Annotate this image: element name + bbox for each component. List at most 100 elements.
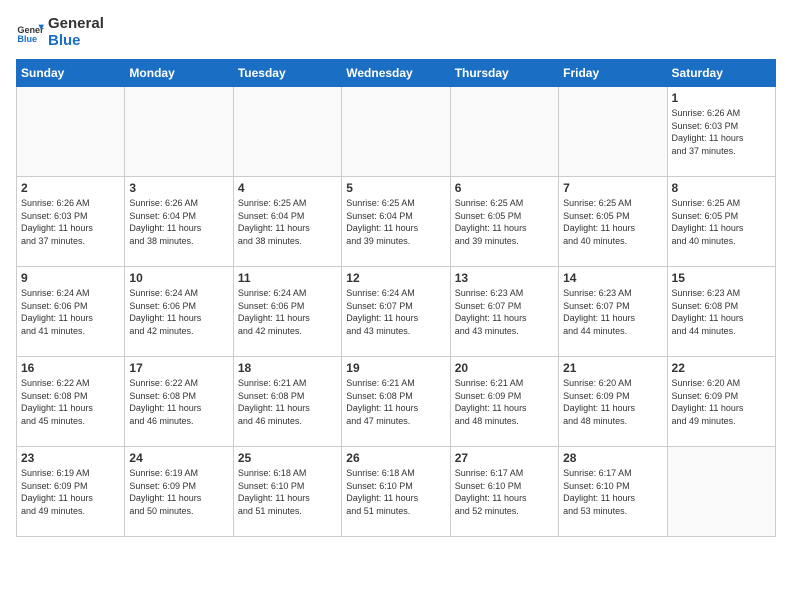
day-info: Sunrise: 6:22 AM Sunset: 6:08 PM Dayligh…	[21, 377, 120, 427]
calendar-week-row: 16 Sunrise: 6:22 AM Sunset: 6:08 PM Dayli…	[17, 357, 776, 447]
day-number: 7	[563, 181, 662, 195]
logo-general: General	[48, 16, 104, 33]
day-number: 2	[21, 181, 120, 195]
day-of-week-header: Monday	[125, 60, 233, 87]
day-number: 23	[21, 451, 120, 465]
day-info: Sunrise: 6:20 AM Sunset: 6:09 PM Dayligh…	[563, 377, 662, 427]
calendar-cell: 4 Sunrise: 6:25 AM Sunset: 6:04 PM Daylig…	[233, 177, 341, 267]
calendar-table: SundayMondayTuesdayWednesdayThursdayFrid…	[16, 59, 776, 537]
day-info: Sunrise: 6:24 AM Sunset: 6:06 PM Dayligh…	[21, 287, 120, 337]
calendar-cell: 6 Sunrise: 6:25 AM Sunset: 6:05 PM Daylig…	[450, 177, 558, 267]
svg-text:Blue: Blue	[17, 34, 37, 44]
day-number: 20	[455, 361, 554, 375]
day-number: 26	[346, 451, 445, 465]
day-info: Sunrise: 6:25 AM Sunset: 6:04 PM Dayligh…	[238, 197, 337, 247]
calendar-week-row: 2 Sunrise: 6:26 AM Sunset: 6:03 PM Daylig…	[17, 177, 776, 267]
calendar-cell: 20 Sunrise: 6:21 AM Sunset: 6:09 PM Dayli…	[450, 357, 558, 447]
calendar-cell: 24 Sunrise: 6:19 AM Sunset: 6:09 PM Dayli…	[125, 447, 233, 537]
calendar-header-row: SundayMondayTuesdayWednesdayThursdayFrid…	[17, 60, 776, 87]
day-info: Sunrise: 6:26 AM Sunset: 6:03 PM Dayligh…	[672, 107, 771, 157]
day-info: Sunrise: 6:24 AM Sunset: 6:06 PM Dayligh…	[238, 287, 337, 337]
calendar-cell: 11 Sunrise: 6:24 AM Sunset: 6:06 PM Dayli…	[233, 267, 341, 357]
logo-icon: General Blue	[16, 19, 44, 47]
page-header: General Blue General Blue	[16, 16, 776, 49]
day-number: 11	[238, 271, 337, 285]
day-number: 25	[238, 451, 337, 465]
calendar-cell	[233, 87, 341, 177]
day-number: 10	[129, 271, 228, 285]
calendar-cell: 12Sunrise: 6:24 AM Sunset: 6:07 PM Dayli…	[342, 267, 450, 357]
calendar-cell: 16 Sunrise: 6:22 AM Sunset: 6:08 PM Dayli…	[17, 357, 125, 447]
calendar-cell	[17, 87, 125, 177]
calendar-cell: 19 Sunrise: 6:21 AM Sunset: 6:08 PM Dayli…	[342, 357, 450, 447]
day-info: Sunrise: 6:26 AM Sunset: 6:04 PM Dayligh…	[129, 197, 228, 247]
day-info: Sunrise: 6:22 AM Sunset: 6:08 PM Dayligh…	[129, 377, 228, 427]
day-info: Sunrise: 6:25 AM Sunset: 6:04 PM Dayligh…	[346, 197, 445, 247]
day-info: Sunrise: 6:25 AM Sunset: 6:05 PM Dayligh…	[672, 197, 771, 247]
calendar-cell: 18 Sunrise: 6:21 AM Sunset: 6:08 PM Dayli…	[233, 357, 341, 447]
logo-blue: Blue	[48, 33, 104, 50]
calendar-cell: 7 Sunrise: 6:25 AM Sunset: 6:05 PM Daylig…	[559, 177, 667, 267]
day-number: 19	[346, 361, 445, 375]
day-number: 5	[346, 181, 445, 195]
calendar-cell: 21Sunrise: 6:20 AM Sunset: 6:09 PM Dayli…	[559, 357, 667, 447]
day-number: 18	[238, 361, 337, 375]
calendar-week-row: 23 Sunrise: 6:19 AM Sunset: 6:09 PM Dayli…	[17, 447, 776, 537]
day-info: Sunrise: 6:24 AM Sunset: 6:07 PM Dayligh…	[346, 287, 445, 337]
day-of-week-header: Friday	[559, 60, 667, 87]
calendar-cell: 8 Sunrise: 6:25 AM Sunset: 6:05 PM Daylig…	[667, 177, 775, 267]
day-number: 9	[21, 271, 120, 285]
calendar-cell	[342, 87, 450, 177]
day-info: Sunrise: 6:23 AM Sunset: 6:08 PM Dayligh…	[672, 287, 771, 337]
day-info: Sunrise: 6:21 AM Sunset: 6:08 PM Dayligh…	[238, 377, 337, 427]
day-info: Sunrise: 6:21 AM Sunset: 6:08 PM Dayligh…	[346, 377, 445, 427]
day-number: 22	[672, 361, 771, 375]
day-of-week-header: Saturday	[667, 60, 775, 87]
day-number: 28	[563, 451, 662, 465]
calendar-cell	[125, 87, 233, 177]
day-number: 4	[238, 181, 337, 195]
day-info: Sunrise: 6:23 AM Sunset: 6:07 PM Dayligh…	[455, 287, 554, 337]
day-number: 24	[129, 451, 228, 465]
calendar-cell: 27Sunrise: 6:17 AM Sunset: 6:10 PM Dayli…	[450, 447, 558, 537]
calendar-cell: 26 Sunrise: 6:18 AM Sunset: 6:10 PM Dayli…	[342, 447, 450, 537]
calendar-cell	[559, 87, 667, 177]
calendar-cell: 28Sunrise: 6:17 AM Sunset: 6:10 PM Dayli…	[559, 447, 667, 537]
day-of-week-header: Thursday	[450, 60, 558, 87]
day-info: Sunrise: 6:25 AM Sunset: 6:05 PM Dayligh…	[455, 197, 554, 247]
day-number: 3	[129, 181, 228, 195]
day-info: Sunrise: 6:26 AM Sunset: 6:03 PM Dayligh…	[21, 197, 120, 247]
calendar-cell: 13 Sunrise: 6:23 AM Sunset: 6:07 PM Dayli…	[450, 267, 558, 357]
day-of-week-header: Sunday	[17, 60, 125, 87]
day-number: 17	[129, 361, 228, 375]
calendar-cell: 2 Sunrise: 6:26 AM Sunset: 6:03 PM Daylig…	[17, 177, 125, 267]
calendar-cell	[667, 447, 775, 537]
calendar-cell: 15 Sunrise: 6:23 AM Sunset: 6:08 PM Dayli…	[667, 267, 775, 357]
day-info: Sunrise: 6:24 AM Sunset: 6:06 PM Dayligh…	[129, 287, 228, 337]
calendar-cell: 10 Sunrise: 6:24 AM Sunset: 6:06 PM Dayli…	[125, 267, 233, 357]
day-number: 8	[672, 181, 771, 195]
calendar-week-row: 9 Sunrise: 6:24 AM Sunset: 6:06 PM Daylig…	[17, 267, 776, 357]
day-number: 13	[455, 271, 554, 285]
day-info: Sunrise: 6:18 AM Sunset: 6:10 PM Dayligh…	[238, 467, 337, 517]
day-info: Sunrise: 6:19 AM Sunset: 6:09 PM Dayligh…	[129, 467, 228, 517]
day-info: Sunrise: 6:20 AM Sunset: 6:09 PM Dayligh…	[672, 377, 771, 427]
day-of-week-header: Wednesday	[342, 60, 450, 87]
calendar-cell: 17 Sunrise: 6:22 AM Sunset: 6:08 PM Dayli…	[125, 357, 233, 447]
day-number: 16	[21, 361, 120, 375]
day-info: Sunrise: 6:21 AM Sunset: 6:09 PM Dayligh…	[455, 377, 554, 427]
calendar-cell: 14Sunrise: 6:23 AM Sunset: 6:07 PM Dayli…	[559, 267, 667, 357]
calendar-week-row: 1Sunrise: 6:26 AM Sunset: 6:03 PM Daylig…	[17, 87, 776, 177]
calendar-cell: 9 Sunrise: 6:24 AM Sunset: 6:06 PM Daylig…	[17, 267, 125, 357]
day-number: 6	[455, 181, 554, 195]
logo: General Blue General Blue	[16, 16, 104, 49]
calendar-cell: 5 Sunrise: 6:25 AM Sunset: 6:04 PM Daylig…	[342, 177, 450, 267]
day-number: 27	[455, 451, 554, 465]
day-info: Sunrise: 6:19 AM Sunset: 6:09 PM Dayligh…	[21, 467, 120, 517]
day-info: Sunrise: 6:25 AM Sunset: 6:05 PM Dayligh…	[563, 197, 662, 247]
calendar-cell: 23 Sunrise: 6:19 AM Sunset: 6:09 PM Dayli…	[17, 447, 125, 537]
calendar-cell	[450, 87, 558, 177]
day-info: Sunrise: 6:18 AM Sunset: 6:10 PM Dayligh…	[346, 467, 445, 517]
day-info: Sunrise: 6:23 AM Sunset: 6:07 PM Dayligh…	[563, 287, 662, 337]
day-number: 15	[672, 271, 771, 285]
